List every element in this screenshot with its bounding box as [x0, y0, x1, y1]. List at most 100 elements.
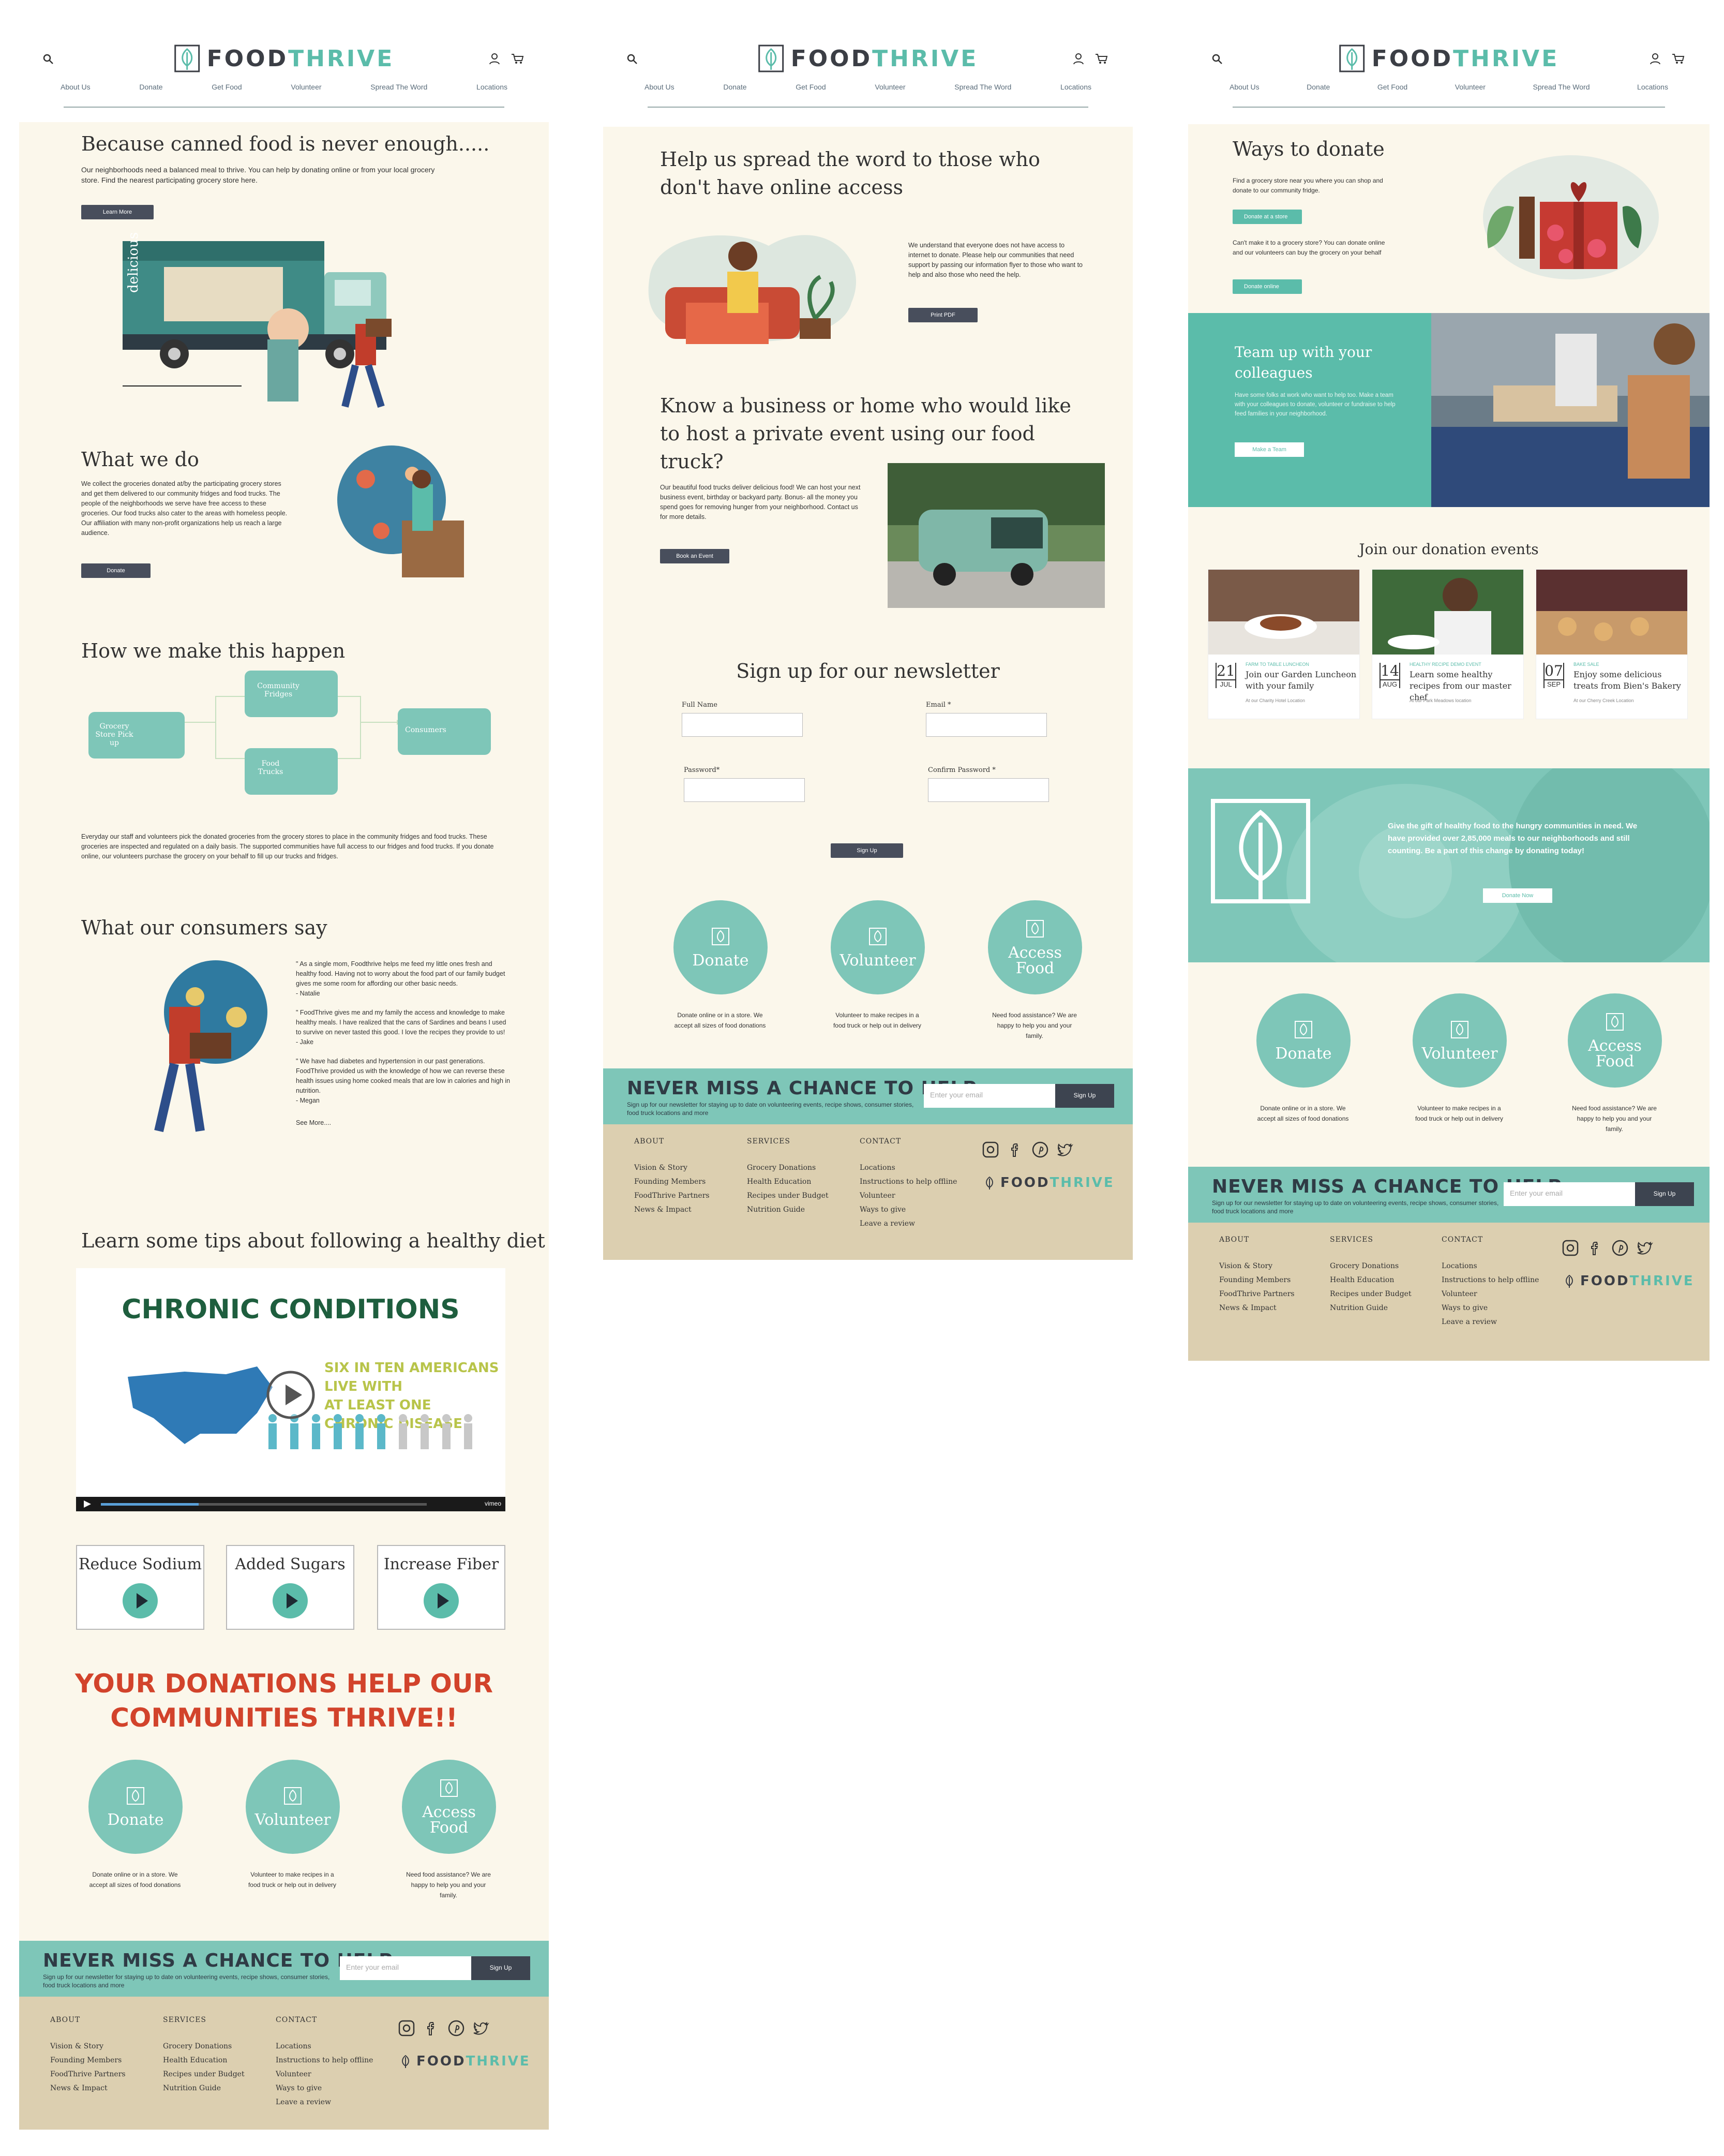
twitter-icon[interactable] [1636, 1239, 1654, 1257]
footer-link[interactable]: FoodThrive Partners [634, 1189, 710, 1203]
password-input[interactable] [684, 778, 805, 802]
footer-link[interactable]: Grocery Donations [1330, 1259, 1412, 1273]
learn-more-button[interactable]: Learn More [81, 205, 154, 219]
confirm-password-input[interactable] [928, 778, 1049, 802]
footer-link[interactable]: Health Education [163, 2054, 245, 2068]
newsletter-signup-button[interactable]: Sign Up [1635, 1182, 1694, 1206]
footer-link[interactable]: Vision & Story [634, 1161, 710, 1175]
cta-donate[interactable]: Donate Donate online or in a store. We ac… [673, 900, 768, 1031]
cta-access-food[interactable]: Access Food Need food assistance? We are … [402, 1760, 496, 1900]
user-icon[interactable] [1072, 52, 1085, 65]
play-icon[interactable] [122, 1583, 158, 1619]
search-icon[interactable] [42, 53, 54, 65]
tip-increase-fiber[interactable]: Increase Fiber [377, 1545, 505, 1630]
instagram-icon[interactable] [1562, 1239, 1579, 1257]
footer-link[interactable]: Locations [276, 2040, 373, 2054]
small-play-icon[interactable] [82, 1499, 93, 1509]
footer-link[interactable]: Vision & Story [1219, 1259, 1295, 1273]
facebook-icon[interactable] [423, 2019, 440, 2037]
nav-donate[interactable]: Donate [1307, 83, 1330, 91]
footer-link[interactable]: Nutrition Guide [1330, 1301, 1412, 1315]
newsletter-email-input[interactable]: Enter your email [924, 1084, 1055, 1108]
email-input[interactable] [926, 713, 1047, 737]
donate-now-button[interactable]: Donate Now [1483, 888, 1552, 903]
footer-link[interactable]: Recipes under Budget [1330, 1287, 1412, 1301]
newsletter-signup-button[interactable]: Sign Up [471, 1956, 530, 1980]
donate-button[interactable]: Donate [81, 563, 151, 578]
footer-link[interactable]: Founding Members [634, 1175, 710, 1189]
footer-link[interactable]: Grocery Donations [747, 1161, 829, 1175]
event-card[interactable]: BAKE SALE 07 SEP Enjoy some delicious tre… [1536, 569, 1688, 719]
instagram-icon[interactable] [398, 2019, 415, 2037]
footer-logo[interactable]: FOODTHRIVE [1563, 1273, 1695, 1289]
footer-logo[interactable]: FOODTHRIVE [399, 2054, 531, 2069]
cta-donate[interactable]: Donate Donate online or in a store. We ac… [88, 1760, 183, 1890]
footer-link[interactable]: News & Impact [1219, 1301, 1295, 1315]
instagram-icon[interactable] [982, 1141, 999, 1158]
footer-link[interactable]: Instructions to help offline [276, 2054, 373, 2068]
footer-link[interactable]: Ways to give [276, 2081, 373, 2095]
cta-volunteer[interactable]: Volunteer Volunteer to make recipes in a … [246, 1760, 340, 1890]
tip-added-sugars[interactable]: Added Sugars [226, 1545, 354, 1630]
nav-locations[interactable]: Locations [1060, 83, 1091, 91]
cart-icon[interactable] [511, 52, 524, 65]
make-team-button[interactable]: Make a Team [1235, 442, 1304, 457]
footer-link[interactable]: News & Impact [50, 2081, 126, 2095]
site-logo[interactable]: FOODTHRIVE [1339, 44, 1560, 73]
print-pdf-button[interactable]: Print PDF [908, 308, 978, 322]
nav-donate[interactable]: Donate [723, 83, 746, 91]
facebook-icon[interactable] [1586, 1239, 1604, 1257]
nav-get-food[interactable]: Get Food [1377, 83, 1407, 91]
footer-link[interactable]: Founding Members [50, 2054, 126, 2068]
cta-volunteer[interactable]: Volunteer Volunteer to make recipes in a … [1413, 993, 1507, 1124]
footer-link[interactable]: Leave a review [860, 1217, 957, 1231]
donate-online-button[interactable]: Donate online [1233, 279, 1302, 294]
site-logo[interactable]: FOODTHRIVE [758, 44, 979, 73]
nav-volunteer[interactable]: Volunteer [291, 83, 321, 91]
footer-link[interactable]: Volunteer [276, 2068, 373, 2081]
facebook-icon[interactable] [1007, 1141, 1024, 1158]
play-icon[interactable] [423, 1583, 459, 1619]
cta-access-food[interactable]: Access Food Need food assistance? We are … [988, 900, 1082, 1041]
twitter-icon[interactable] [1056, 1141, 1074, 1158]
user-icon[interactable] [1648, 52, 1662, 65]
nav-spread-the-word[interactable]: Spread The Word [1533, 83, 1590, 91]
footer-link[interactable]: Nutrition Guide [163, 2081, 245, 2095]
search-icon[interactable] [1211, 53, 1223, 65]
newsletter-email-input[interactable]: Enter your email [340, 1956, 471, 1980]
signup-button[interactable]: Sign Up [831, 843, 903, 858]
footer-link[interactable]: News & Impact [634, 1203, 710, 1217]
footer-link[interactable]: Nutrition Guide [747, 1203, 829, 1217]
search-icon[interactable] [626, 53, 638, 65]
footer-link[interactable]: Recipes under Budget [747, 1189, 829, 1203]
footer-link[interactable]: Locations [1442, 1259, 1539, 1273]
cta-volunteer[interactable]: Volunteer Volunteer to make recipes in a … [831, 900, 925, 1031]
play-icon[interactable] [265, 1369, 317, 1421]
nav-about-us[interactable]: About Us [61, 83, 91, 91]
play-icon[interactable] [272, 1583, 308, 1619]
tip-reduce-sodium[interactable]: Reduce Sodium [76, 1545, 204, 1630]
footer-link[interactable]: Volunteer [860, 1189, 957, 1203]
footer-link[interactable]: Vision & Story [50, 2040, 126, 2054]
footer-link[interactable]: Locations [860, 1161, 957, 1175]
footer-logo[interactable]: FOODTHRIVE [983, 1175, 1115, 1191]
site-logo[interactable]: FOODTHRIVE [174, 44, 395, 73]
video-player[interactable]: CHRONIC CONDITIONS SIX IN TEN AMERICANS … [76, 1268, 505, 1511]
pinterest-icon[interactable] [1611, 1239, 1629, 1257]
footer-link[interactable]: Leave a review [1442, 1315, 1539, 1329]
nav-about-us[interactable]: About Us [1230, 83, 1260, 91]
footer-link[interactable]: Founding Members [1219, 1273, 1295, 1287]
footer-link[interactable]: Instructions to help offline [1442, 1273, 1539, 1287]
twitter-icon[interactable] [472, 2019, 490, 2037]
nav-get-food[interactable]: Get Food [212, 83, 242, 91]
donate-at-store-button[interactable]: Donate at a store [1233, 210, 1302, 224]
footer-link[interactable]: Volunteer [1442, 1287, 1539, 1301]
cta-access-food[interactable]: Access Food Need food assistance? We are … [1568, 993, 1662, 1134]
newsletter-signup-button[interactable]: Sign Up [1055, 1084, 1114, 1108]
event-card[interactable]: HEALTHY RECIPE DEMO EVENT 14 AUG Learn so… [1372, 569, 1524, 719]
nav-locations[interactable]: Locations [476, 83, 507, 91]
footer-link[interactable]: Grocery Donations [163, 2040, 245, 2054]
nav-spread-the-word[interactable]: Spread The Word [370, 83, 427, 91]
footer-link[interactable]: Recipes under Budget [163, 2068, 245, 2081]
cta-donate[interactable]: Donate Donate online or in a store. We ac… [1256, 993, 1351, 1124]
